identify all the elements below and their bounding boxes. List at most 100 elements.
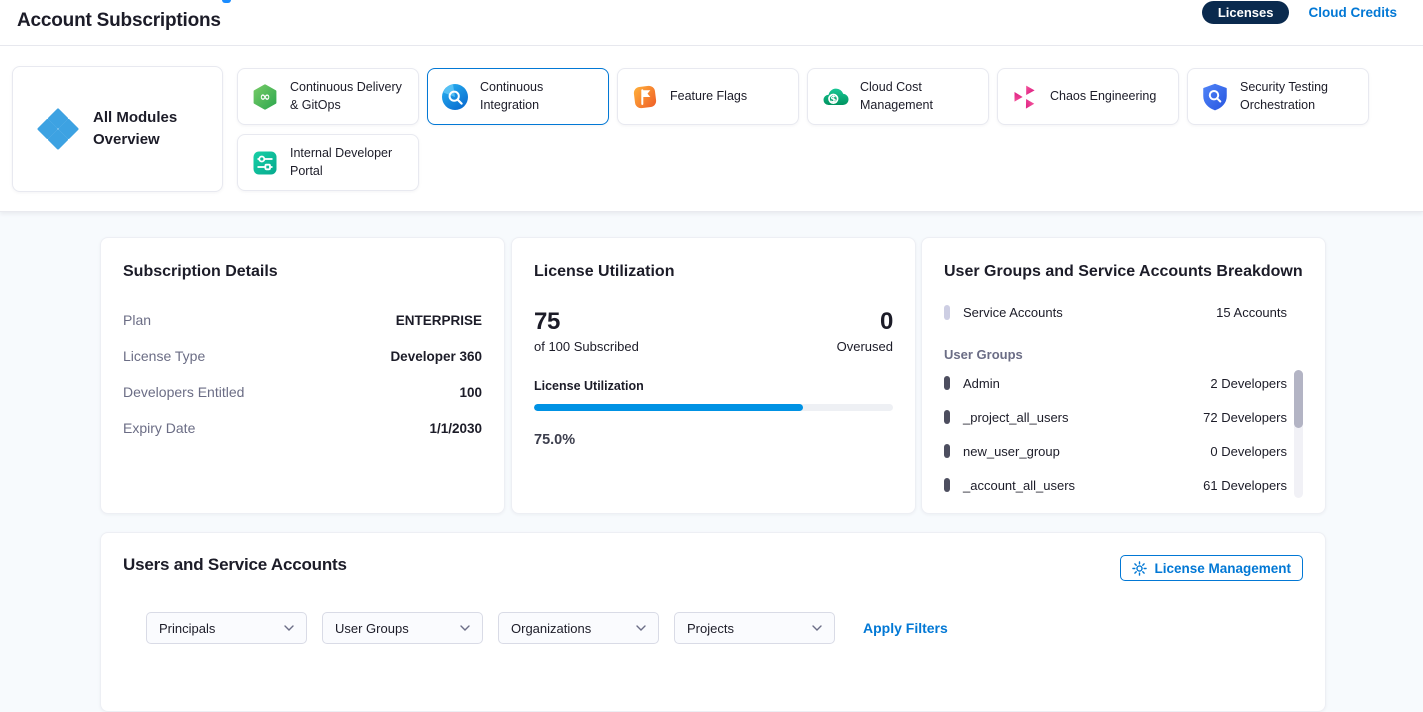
row-value: ENTERPRISE <box>396 313 482 328</box>
svg-text:$: $ <box>830 94 836 104</box>
user-group-label: _project_all_users <box>963 410 1203 425</box>
chaos-icon <box>1011 83 1039 111</box>
user-group-row: _account_all_users 61 Developers <box>944 468 1287 502</box>
module-label: Cloud Cost Management <box>860 79 980 114</box>
module-card-idp[interactable]: Internal Developer Portal <box>237 134 419 191</box>
user-group-value: 0 Developers <box>1210 444 1287 459</box>
user-group-value: 61 Developers <box>1203 478 1287 493</box>
service-accounts-label: Service Accounts <box>963 305 1216 320</box>
card-title: User Groups and Service Accounts Breakdo… <box>944 263 1303 281</box>
idp-icon <box>251 149 279 177</box>
module-card-feature-flags[interactable]: Feature Flags <box>617 68 799 125</box>
breakdown-card: User Groups and Service Accounts Breakdo… <box>921 237 1326 514</box>
card-title: Subscription Details <box>123 263 482 281</box>
page-title: Account Subscriptions <box>17 10 221 32</box>
module-card-sto[interactable]: Security Testing Orchestration <box>1187 68 1369 125</box>
user-group-marker <box>944 478 950 492</box>
service-accounts-marker <box>944 305 950 320</box>
license-utilization-card: License Utilization 75 of 100 Subscribed… <box>511 237 916 514</box>
scrollbar-thumb[interactable] <box>1294 370 1303 428</box>
subscription-row-expiry-date: Expiry Date 1/1/2030 <box>123 410 482 446</box>
service-accounts-row: Service Accounts 15 Accounts <box>944 305 1303 320</box>
feature-flags-icon <box>631 83 659 111</box>
utilization-percent: 75.0% <box>534 432 893 448</box>
dropdown-value: Projects <box>687 621 734 636</box>
subscribed-caption: of 100 Subscribed <box>534 339 639 354</box>
gear-icon <box>1132 561 1147 576</box>
subscription-row-plan: Plan ENTERPRISE <box>123 302 482 338</box>
cd-gitops-icon: ∞ <box>251 83 279 111</box>
subscription-details-card: Subscription Details Plan ENTERPRISE Lic… <box>100 237 505 514</box>
module-selector-band: All Modules Overview ∞ Continuous Delive… <box>0 46 1423 212</box>
module-card-chaos[interactable]: Chaos Engineering <box>997 68 1179 125</box>
row-value: 100 <box>459 385 482 400</box>
user-group-row: new_user_group 0 Developers <box>944 434 1287 468</box>
chevron-down-icon <box>284 625 294 631</box>
module-card-ccm[interactable]: $ Cloud Cost Management <box>807 68 989 125</box>
cloud-credits-tab[interactable]: Cloud Credits <box>1308 5 1397 20</box>
overused-count: 0 <box>837 308 893 336</box>
row-label: License Type <box>123 348 205 364</box>
module-label: Feature Flags <box>670 88 747 106</box>
top-bar: Account Subscriptions Licenses Cloud Cre… <box>0 0 1423 46</box>
all-modules-overview-label: All Modules Overview <box>93 107 187 152</box>
row-value: 1/1/2030 <box>429 421 482 436</box>
header-tabs: Licenses Cloud Credits <box>1202 1 1397 24</box>
user-group-label: new_user_group <box>963 444 1210 459</box>
user-group-value: 2 Developers <box>1210 376 1287 391</box>
user-group-row: _project_all_users 72 Developers <box>944 400 1287 434</box>
dropdown-value: Organizations <box>511 621 591 636</box>
license-management-label: License Management <box>1154 561 1291 576</box>
all-modules-overview-card[interactable]: All Modules Overview <box>12 66 223 192</box>
license-management-button[interactable]: License Management <box>1120 555 1303 581</box>
row-label: Expiry Date <box>123 420 195 436</box>
user-groups-dropdown[interactable]: User Groups <box>322 612 483 644</box>
licenses-tab[interactable]: Licenses <box>1202 1 1290 24</box>
row-value: Developer 360 <box>390 349 482 364</box>
user-group-marker <box>944 410 950 424</box>
ccm-icon: $ <box>821 83 849 111</box>
user-group-label: Admin <box>963 376 1210 391</box>
subscription-row-license-type: License Type Developer 360 <box>123 338 482 374</box>
utilization-progress-fill <box>534 404 803 411</box>
chevron-down-icon <box>812 625 822 631</box>
row-label: Developers Entitled <box>123 384 244 400</box>
utilization-bar-label: License Utilization <box>534 379 893 393</box>
all-modules-icon <box>36 107 80 151</box>
card-title: License Utilization <box>534 263 893 281</box>
user-group-row: Admin 2 Developers <box>944 366 1287 400</box>
user-group-marker <box>944 444 950 458</box>
users-and-service-accounts-card: Users and Service Accounts License Manag… <box>100 532 1326 712</box>
principals-dropdown[interactable]: Principals <box>146 612 307 644</box>
service-accounts-value: 15 Accounts <box>1216 305 1287 320</box>
module-label: Continuous Delivery & GitOps <box>290 79 410 114</box>
module-label: Continuous Integration <box>480 79 600 114</box>
row-label: Plan <box>123 312 151 328</box>
subscribed-count: 75 <box>534 308 639 336</box>
scrollbar-track[interactable] <box>1294 370 1303 498</box>
users-section-header: Users and Service Accounts License Manag… <box>123 555 1303 581</box>
apply-filters-button[interactable]: Apply Filters <box>863 620 948 636</box>
user-groups-heading: User Groups <box>944 347 1303 362</box>
subscription-rows: Plan ENTERPRISE License Type Developer 3… <box>123 302 482 446</box>
user-group-label: _account_all_users <box>963 478 1203 493</box>
projects-dropdown[interactable]: Projects <box>674 612 835 644</box>
dropdown-value: User Groups <box>335 621 409 636</box>
module-card-cd-gitops[interactable]: ∞ Continuous Delivery & GitOps <box>237 68 419 125</box>
module-label: Internal Developer Portal <box>290 145 410 180</box>
organizations-dropdown[interactable]: Organizations <box>498 612 659 644</box>
overused-stat: 0 Overused <box>837 308 893 354</box>
dropdown-value: Principals <box>159 621 215 636</box>
svg-text:∞: ∞ <box>260 90 271 105</box>
module-label: Chaos Engineering <box>1050 88 1156 106</box>
utilization-stats: 75 of 100 Subscribed 0 Overused <box>534 308 893 354</box>
filters-row: Principals User Groups Organizations Pro… <box>146 612 1303 644</box>
overused-caption: Overused <box>837 339 893 354</box>
user-groups-list: Admin 2 Developers _project_all_users 72… <box>944 366 1303 502</box>
chevron-down-icon <box>636 625 646 631</box>
module-card-ci[interactable]: Continuous Integration <box>427 68 609 125</box>
utilization-progress-bar <box>534 404 893 411</box>
user-group-value: 72 Developers <box>1203 410 1287 425</box>
subscription-row-developers-entitled: Developers Entitled 100 <box>123 374 482 410</box>
module-label: Security Testing Orchestration <box>1240 79 1360 114</box>
